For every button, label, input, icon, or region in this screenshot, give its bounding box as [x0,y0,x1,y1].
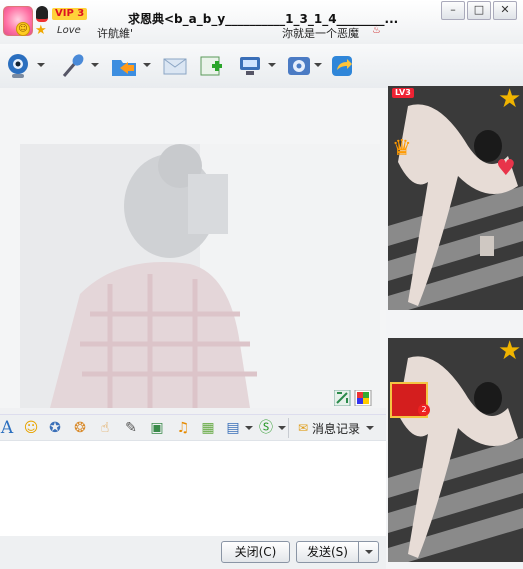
vip-badge[interactable]: VIP 3 [52,8,88,20]
chevron-down-icon[interactable] [91,63,99,67]
show-image-top[interactable]: LV3 ★ ♛ ♥ [388,86,523,310]
signature-right: 沵就是一个恶魔 [282,27,359,40]
microphone-icon[interactable] [58,52,86,80]
music-icon[interactable]: ♫ [174,419,192,437]
heart-icon: ♥ [496,156,516,181]
view-switch-icons [334,390,372,406]
close-window-button[interactable]: ✕ [493,1,517,20]
chevron-down-icon[interactable] [245,426,253,430]
close-button[interactable]: 关闭(C) [221,541,290,563]
emoticon-icon[interactable]: ☺ [22,419,40,437]
format-toolbar: A ☺ ✪ ❂ ☝ ✎ ▣ ♫ ▦ ▤ Ⓢ ✉ 消息记录 [0,414,386,441]
devil-icon: ♨ [372,25,381,36]
love-label: Love [57,25,81,36]
apps-gear-icon[interactable] [285,52,313,80]
doodle-icon[interactable]: ✎ [122,419,140,437]
star-icon: ★ [498,338,522,366]
status-smile-icon: ☺ [16,22,30,36]
chevron-down-icon[interactable] [314,63,322,67]
create-group-icon[interactable] [197,52,225,80]
level-badge: LV3 [392,88,414,98]
remote-assist-icon[interactable] [236,52,264,80]
maximize-button[interactable]: □ [467,1,491,20]
chevron-down-icon[interactable] [268,63,276,67]
background-illustration [20,144,380,408]
hand-icon[interactable]: ☝ [96,419,114,437]
video-camera-icon[interactable] [4,52,32,80]
divider [288,418,289,438]
qq-penguin-icon [36,6,48,22]
message-history-icon[interactable]: ✉ [294,419,312,437]
star-icon: ★ [498,86,522,114]
chevron-down-icon[interactable] [278,426,286,430]
star-icon: ★ [35,23,47,38]
screenshot-icon[interactable]: ▤ [224,419,242,437]
share-icon[interactable] [328,52,356,80]
send-button[interactable]: 发送(S) [296,541,359,563]
minimize-button[interactable]: – [441,1,465,20]
title-bar: ☺ VIP 3 ★ Love 求恩典<b_a_b_y__________1_3_… [0,0,523,44]
chat-history [0,88,386,408]
sms-envelope-icon[interactable] [161,52,189,80]
gift-count-badge: 2 [418,404,430,416]
chevron-down-icon [365,550,373,554]
search-s-icon[interactable]: Ⓢ [257,419,275,437]
show-image-bottom[interactable]: ★ 2 [388,338,523,562]
font-icon[interactable]: A [0,419,16,437]
send-file-folder-icon[interactable] [110,52,138,80]
picture-icon[interactable]: ▣ [148,419,166,437]
chevron-down-icon[interactable] [37,63,45,67]
magic-emoticon-icon[interactable]: ✪ [46,419,64,437]
vibrate-icon[interactable]: ❂ [71,419,89,437]
signature-left: 许航維' [97,27,134,40]
toolbar [0,44,523,88]
chevron-down-icon[interactable] [366,426,374,430]
message-history-button[interactable]: 消息记录 [312,420,360,437]
send-options-button[interactable] [358,541,379,563]
message-input[interactable] [0,440,386,537]
chevron-down-icon[interactable] [143,63,151,67]
crown-icon: ♛ [392,136,412,161]
gift-icon[interactable]: ▦ [199,419,217,437]
figure-photo [388,338,523,562]
figure-photo [388,86,523,310]
